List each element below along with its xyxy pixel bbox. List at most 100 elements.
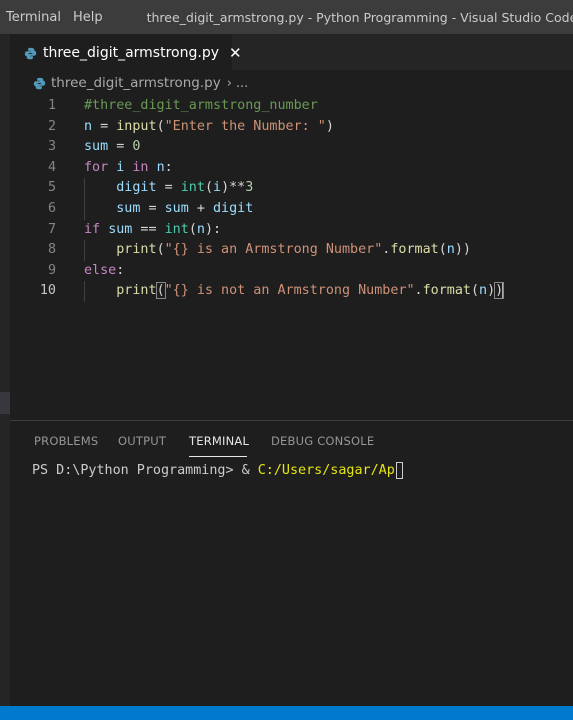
python-icon [32, 76, 46, 90]
code-text: sum = 0 [84, 137, 140, 158]
line-number: 3 [47, 139, 56, 155]
code-token: int [180, 180, 205, 196]
tab-three-digit-armstrong[interactable]: three_digit_armstrong.py ✕ [10, 34, 242, 71]
code-token: 0 [132, 139, 141, 155]
code-editor[interactable]: 1 #three_digit_armstrong_number 2 n = input… [10, 96, 573, 420]
line-number: 8 [47, 242, 56, 258]
code-line[interactable]: 10 print("{} is not an Armstrong Number"… [10, 281, 573, 302]
code-token: format [422, 283, 471, 299]
code-text: if sum == int(n): [84, 220, 221, 241]
code-token: ) [325, 118, 334, 134]
code-token: ( [188, 221, 197, 237]
code-line[interactable]: 3 sum = 0 [10, 137, 573, 158]
code-token: == [132, 221, 165, 237]
code-token: digit [116, 180, 157, 196]
code-token: = [92, 118, 117, 134]
menu-help[interactable]: Help [67, 10, 109, 25]
code-token: sum [164, 201, 189, 216]
code-token: 3 [245, 180, 254, 196]
code-line[interactable]: 9 else: [10, 261, 573, 282]
breadcrumb-file[interactable]: three_digit_armstrong.py [51, 75, 221, 91]
code-token: )) [454, 242, 471, 258]
code-token: ) [487, 283, 496, 299]
code-token: for [84, 159, 109, 175]
code-token: format [390, 242, 439, 258]
tab-debug-console[interactable]: DEBUG CONSOLE [271, 434, 374, 448]
code-token: digit [213, 201, 254, 216]
code-token: : [116, 262, 125, 278]
code-token: if [84, 221, 101, 237]
python-icon [24, 46, 37, 60]
code-text: print("{} is not an Armstrong Number".fo… [84, 281, 505, 302]
code-token: in [132, 159, 149, 175]
code-token: int [164, 221, 189, 237]
code-token: n [156, 159, 165, 175]
editor-tab-bar: three_digit_armstrong.py ✕ [10, 34, 573, 71]
code-token: else [84, 262, 117, 278]
window-title: three_digit_armstrong.py - Python Progra… [146, 9, 573, 25]
panel-tabs: PROBLEMS OUTPUT TERMINAL DEBUG CONSOLE [10, 421, 573, 459]
code-text: for i in n: [84, 158, 173, 179]
close-icon[interactable]: ✕ [229, 45, 242, 61]
code-token: ( [470, 283, 480, 299]
code-token: "{} is not an Armstrong Number" [164, 283, 415, 299]
title-bar: Terminal Help three_digit_armstrong.py -… [0, 0, 573, 34]
code-token: + [188, 201, 213, 216]
line-number: 10 [39, 283, 56, 299]
code-text: print("{} is an Armstrong Number".format… [84, 240, 471, 261]
code-text: #three_digit_armstrong_number [84, 96, 318, 117]
bottom-panel: PROBLEMS OUTPUT TERMINAL DEBUG CONSOLE P… [10, 420, 573, 707]
terminal-command-path: C:/Users/sagar/Ap [257, 463, 395, 478]
code-token: sum [108, 221, 133, 237]
terminal-cursor [395, 461, 403, 479]
tab-terminal[interactable]: TERMINAL [189, 434, 249, 448]
code-line[interactable]: 4 for i in n: [10, 158, 573, 179]
code-token: ): [204, 221, 222, 237]
code-token: print [116, 283, 157, 299]
code-line[interactable]: 7 if sum == int(n): [10, 220, 573, 241]
code-token: "{} is an Armstrong Number" [164, 242, 383, 258]
breadcrumb: three_digit_armstrong.py › ... [10, 70, 573, 96]
tab-label: three_digit_armstrong.py [43, 45, 219, 61]
code-token: n [479, 283, 488, 299]
line-number: 9 [47, 262, 56, 278]
code-text: else: [84, 261, 124, 282]
code-token: print [116, 242, 157, 258]
code-text: n = input("Enter the Number: ") [84, 117, 334, 138]
menu-terminal[interactable]: Terminal [0, 10, 67, 25]
code-token: ( [156, 118, 165, 134]
code-token: n [446, 242, 455, 258]
code-token: = [140, 201, 165, 216]
sidebar-selection-marker [0, 392, 10, 414]
line-number: 5 [47, 180, 56, 196]
code-token: n [196, 221, 205, 237]
tab-output[interactable]: OUTPUT [118, 434, 166, 448]
tab-problems[interactable]: PROBLEMS [34, 434, 98, 448]
code-line[interactable]: 8 print("{} is an Armstrong Number".form… [10, 240, 573, 261]
code-token: n [84, 118, 93, 134]
status-bar [0, 706, 573, 720]
active-tab-underline [189, 456, 247, 457]
line-number: 7 [47, 221, 56, 237]
terminal-line[interactable]: PS D:\Python Programming> & C:/Users/sag… [32, 461, 403, 481]
code-token: "Enter the Number: " [164, 118, 326, 134]
breadcrumb-separator: › [226, 75, 232, 91]
code-token: = [108, 139, 133, 155]
code-text: digit = int(i)**3 [84, 178, 253, 199]
code-token: ( [438, 242, 447, 258]
code-line[interactable]: 6 sum = sum + digit [10, 199, 573, 220]
line-number: 1 [47, 98, 56, 113]
code-token: ( [155, 282, 166, 300]
code-token: )** [221, 180, 246, 196]
breadcrumb-more[interactable]: ... [236, 76, 248, 91]
terminal-prompt: PS D:\Python Programming> & [32, 463, 258, 478]
code-line[interactable]: 2 n = input("Enter the Number: ") [10, 117, 573, 138]
code-token: input [116, 118, 157, 134]
code-line[interactable]: 5 digit = int(i)**3 [10, 178, 573, 199]
text-cursor [502, 281, 504, 299]
code-line[interactable]: 1 #three_digit_armstrong_number [10, 96, 573, 117]
code-token: i [213, 180, 222, 196]
